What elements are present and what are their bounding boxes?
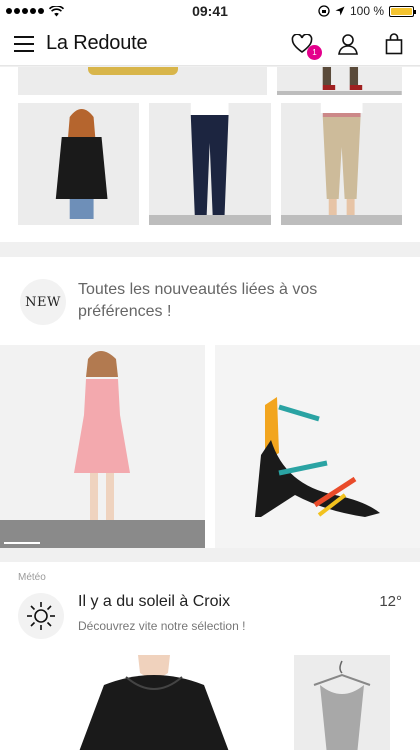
battery-icon (389, 5, 416, 17)
hamburger-icon[interactable] (14, 35, 34, 52)
new-arrivals-text: Toutes les nouveautés liées à vos préfér… (78, 281, 318, 320)
header-actions: 1 (290, 32, 406, 60)
status-right: 100 % (318, 4, 416, 18)
weather-label: Météo (18, 572, 46, 583)
account-button[interactable] (336, 32, 360, 56)
location-icon (335, 6, 345, 16)
wifi-icon (49, 5, 64, 16)
wishlist-button[interactable]: 1 (290, 32, 322, 60)
status-left (6, 5, 64, 17)
new-arrivals-header: NEW Toutes les nouveautés liées à vos pr… (0, 257, 420, 345)
product-image[interactable] (18, 103, 140, 225)
weather-temperature: 12° (379, 593, 402, 610)
product-image[interactable] (149, 103, 271, 225)
signal-icon (6, 8, 44, 14)
product-image[interactable] (280, 103, 402, 225)
sun-icon (18, 593, 64, 639)
battery-text: 100 % (349, 4, 384, 18)
new-arrivals-images (0, 345, 420, 548)
rotation-lock-icon (318, 5, 330, 17)
new-arrivals-card[interactable]: NEW Toutes les nouveautés liées à vos pr… (0, 257, 420, 548)
product-image-scarf[interactable] (294, 655, 390, 750)
product-image[interactable] (277, 67, 402, 95)
bag-icon (385, 32, 403, 54)
status-time: 09:41 (192, 3, 228, 19)
wishlist-badge: 1 (307, 44, 322, 60)
feed: NEW Toutes les nouveautés liées à vos pr… (0, 67, 420, 750)
product-image-dress[interactable] (0, 345, 205, 548)
brand-logo[interactable]: La Redoute (46, 32, 148, 55)
weather-card[interactable]: Météo Il y a du soleil à Croix Découvrez… (0, 562, 420, 750)
product-row (18, 103, 402, 225)
cart-button[interactable] (382, 32, 406, 56)
app-header: La Redoute 1 (0, 22, 420, 66)
product-grid-card (0, 67, 420, 242)
weather-text: Il y a du soleil à Croix Découvrez vite … (78, 593, 245, 633)
user-icon (338, 33, 358, 55)
top-product-strip (18, 67, 402, 95)
weather-products (18, 655, 402, 750)
product-image-top[interactable] (64, 655, 244, 750)
weather-title: Il y a du soleil à Croix (78, 593, 231, 610)
weather-row: Il y a du soleil à Croix Découvrez vite … (18, 593, 402, 639)
weather-subtitle: Découvrez vite notre sélection ! (78, 619, 246, 633)
product-image[interactable] (18, 67, 268, 95)
status-bar: 09:41 100 % (0, 0, 420, 22)
new-badge: NEW (20, 279, 66, 325)
carousel-indicator (4, 542, 40, 544)
product-image-sandal[interactable] (215, 345, 420, 548)
